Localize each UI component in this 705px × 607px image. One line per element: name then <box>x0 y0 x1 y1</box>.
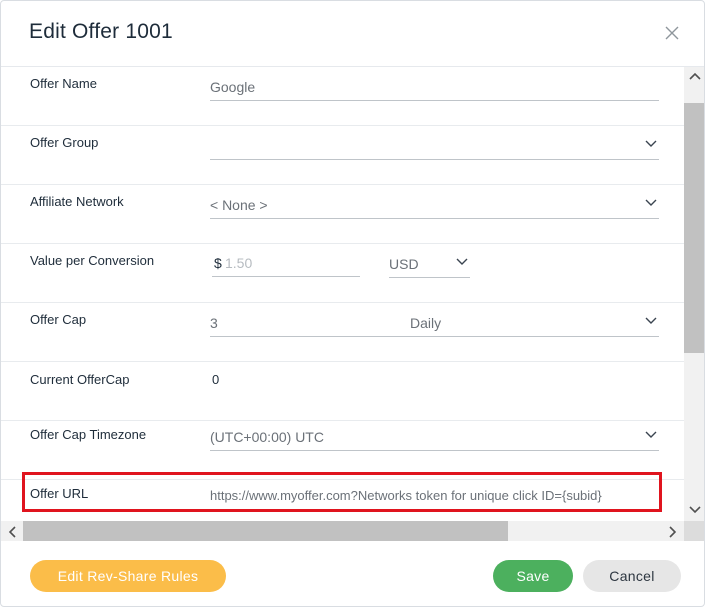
chevron-down-icon <box>645 199 657 206</box>
offer-cap-timezone-select[interactable]: (UTC+00:00) UTC <box>210 421 659 451</box>
scroll-up-icon[interactable] <box>689 71 701 81</box>
value-per-conversion-label: Value per Conversion <box>30 253 155 268</box>
affiliate-network-row: Affiliate Network < None > <box>1 185 684 244</box>
offer-cap-timezone-label: Offer Cap Timezone <box>30 427 147 442</box>
scroll-left-icon[interactable] <box>7 526 17 538</box>
offer-cap-timezone-value: (UTC+00:00) UTC <box>210 429 324 445</box>
vertical-scrollbar[interactable] <box>684 67 704 521</box>
chevron-down-icon <box>456 258 468 265</box>
current-offercap-label: Current OfferCap <box>30 372 130 387</box>
currency-symbol: $ <box>214 255 222 271</box>
affiliate-network-label: Affiliate Network <box>30 194 124 209</box>
value-per-conversion-row: Value per Conversion $ 1.50 USD <box>1 244 684 303</box>
save-button[interactable]: Save <box>493 560 573 592</box>
affiliate-network-value: < None > <box>210 197 268 213</box>
offer-cap-row: Offer Cap 3 Daily <box>1 303 684 362</box>
scrollbar-corner <box>684 521 704 541</box>
offer-group-label: Offer Group <box>30 135 99 150</box>
offer-cap-label: Offer Cap <box>30 312 87 327</box>
current-offercap-value: 0 <box>212 372 220 387</box>
modal-header: Edit Offer 1001 <box>1 1 704 67</box>
value-per-conversion-input[interactable]: $ 1.50 <box>212 247 360 277</box>
offer-name-row: Offer Name Google <box>1 67 684 126</box>
affiliate-network-select[interactable]: < None > <box>210 189 659 219</box>
modal-title: Edit Offer 1001 <box>29 20 173 43</box>
chevron-down-icon <box>645 317 657 324</box>
offer-cap-period[interactable]: Daily <box>410 315 441 331</box>
edit-offer-modal: Edit Offer 1001 Offer Name Google Offer … <box>0 0 705 607</box>
chevron-down-icon <box>645 140 657 147</box>
scroll-right-icon[interactable] <box>668 526 678 538</box>
close-icon[interactable] <box>663 24 681 42</box>
value-placeholder: 1.50 <box>225 255 253 271</box>
chevron-down-icon <box>645 431 657 438</box>
offer-name-label: Offer Name <box>30 76 97 91</box>
offer-name-value: Google <box>210 79 256 95</box>
currency-select[interactable]: USD <box>389 248 470 278</box>
offer-cap-input[interactable]: 3 Daily <box>210 307 659 337</box>
offer-group-row: Offer Group <box>1 126 684 185</box>
horizontal-scroll-thumb[interactable] <box>23 521 508 541</box>
vertical-scroll-thumb[interactable] <box>684 103 704 353</box>
scroll-down-icon[interactable] <box>689 505 701 515</box>
currency-value: USD <box>389 256 419 272</box>
offer-cap-value: 3 <box>210 315 218 331</box>
modal-body: Offer Name Google Offer Group Affiliate … <box>1 67 684 521</box>
cancel-button[interactable]: Cancel <box>583 560 681 592</box>
modal-footer: Edit Rev-Share Rules Save Cancel <box>1 541 704 606</box>
current-offercap-row: Current OfferCap 0 <box>1 362 684 421</box>
offer-name-input[interactable]: Google <box>210 71 659 101</box>
offer-url-highlight <box>22 472 662 512</box>
offer-group-select[interactable] <box>210 130 659 160</box>
horizontal-scrollbar[interactable] <box>1 521 684 541</box>
edit-rev-share-rules-button[interactable]: Edit Rev-Share Rules <box>30 560 226 592</box>
